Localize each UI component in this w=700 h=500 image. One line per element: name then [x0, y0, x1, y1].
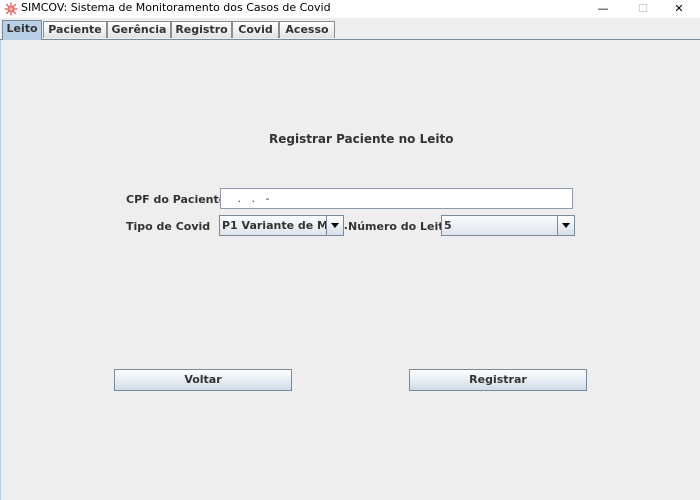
cpf-input[interactable]: [220, 188, 573, 209]
tab-acesso[interactable]: Acesso: [279, 21, 335, 38]
tab-strip: Leito Paciente Gerência Registro Covid A…: [0, 20, 700, 40]
numero-leito-value: 5: [444, 219, 452, 232]
tab-registro[interactable]: Registro: [171, 21, 232, 38]
chevron-down-icon[interactable]: [557, 216, 574, 235]
cpf-label: CPF do Paciente: [126, 193, 227, 206]
numero-leito-select[interactable]: 5: [441, 215, 575, 236]
tipo-covid-label: Tipo de Covid: [126, 220, 211, 233]
form-heading: Registrar Paciente no Leito: [269, 132, 454, 146]
window-title: SIMCOV: Sistema de Monitoramento dos Cas…: [21, 1, 331, 14]
tab-leito[interactable]: Leito: [2, 20, 42, 40]
leito-panel: [0, 40, 700, 500]
registrar-button[interactable]: Registrar: [409, 369, 587, 391]
chevron-down-icon[interactable]: [326, 216, 343, 235]
window-titlebar: SIMCOV: Sistema de Monitoramento dos Cas…: [0, 0, 700, 18]
tab-gerencia[interactable]: Gerência: [107, 21, 171, 38]
close-button[interactable]: ✕: [656, 0, 700, 18]
numero-leito-label: Número do Leito: [348, 220, 452, 233]
voltar-button[interactable]: Voltar: [114, 369, 292, 391]
tipo-covid-select[interactable]: P1 Variante de Ma...: [219, 215, 348, 236]
tab-covid[interactable]: Covid: [232, 21, 279, 38]
tab-paciente[interactable]: Paciente: [43, 21, 107, 38]
covid-virus-icon: [4, 2, 18, 16]
